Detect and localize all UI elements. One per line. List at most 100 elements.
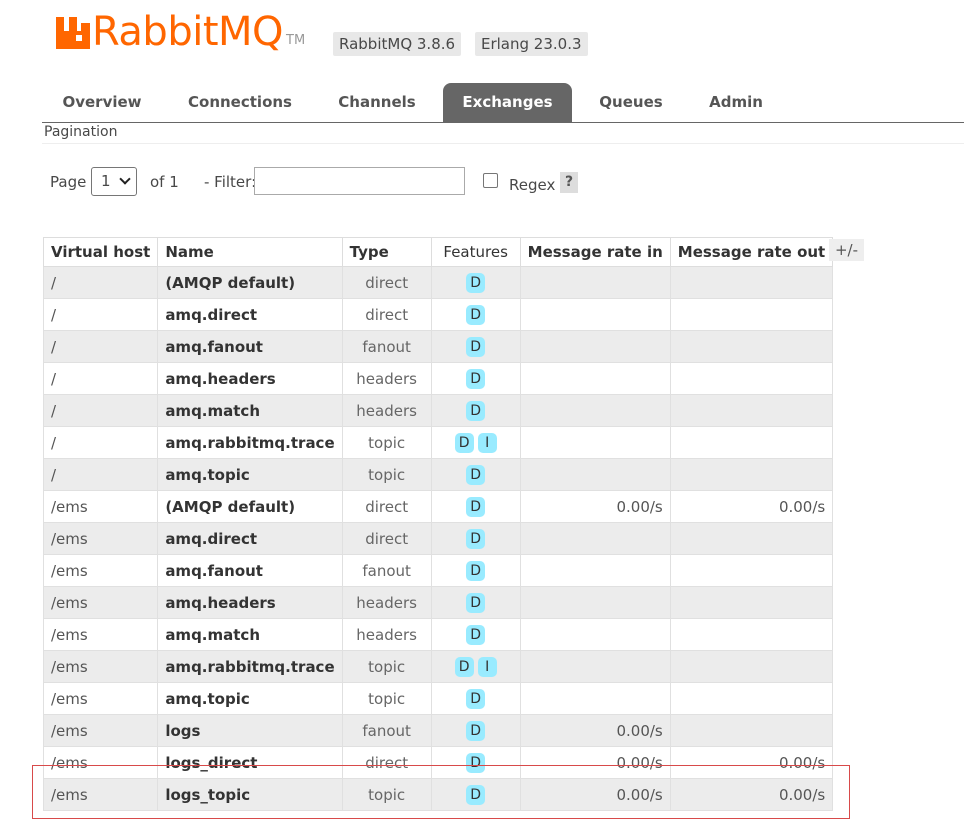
exchange-name-link[interactable]: amq.rabbitmq.trace — [157, 650, 343, 683]
exchange-name-link[interactable]: amq.topic — [157, 682, 343, 715]
exchange-name-link[interactable]: amq.direct — [157, 298, 343, 331]
main-nav-tabs: Overview Connections Channels Exchanges … — [42, 83, 964, 123]
rabbitmq-logo[interactable]: RabbitMQ TM — [56, 12, 305, 52]
exchange-name-link[interactable]: amq.headers — [157, 586, 343, 619]
message-rate-in-cell — [519, 650, 671, 683]
exchange-name-link[interactable]: amq.direct — [157, 522, 343, 555]
exchange-type-cell: headers — [341, 618, 432, 651]
message-rate-in-cell — [519, 618, 671, 651]
features-cell: D — [430, 394, 521, 427]
internal-badge: I — [477, 656, 497, 677]
features-cell: D — [430, 714, 521, 747]
exchange-type-cell: direct — [341, 266, 432, 299]
logo-text: RabbitMQ — [92, 9, 284, 55]
rabbitmq-version-badge: RabbitMQ 3.8.6 — [333, 32, 462, 56]
column-type[interactable]: Type — [341, 237, 432, 267]
exchange-name-link[interactable]: amq.match — [157, 618, 343, 651]
table-row: /ems (AMQP default) direct D 0.00/s 0.00/s — [42, 490, 834, 523]
internal-badge: I — [477, 432, 497, 453]
exchange-type-cell: topic — [341, 426, 432, 459]
durable-badge: D — [466, 560, 486, 581]
vhost-cell: / — [42, 266, 159, 299]
features-cell: DI — [430, 426, 521, 459]
vhost-cell: /ems — [42, 650, 159, 683]
features-cell: D — [430, 618, 521, 651]
message-rate-out-cell — [669, 586, 834, 619]
message-rate-out-cell — [669, 714, 834, 747]
tab-queues[interactable]: Queues — [584, 83, 678, 122]
exchange-name-link[interactable]: (AMQP default) — [157, 266, 343, 299]
vhost-cell: / — [42, 362, 159, 395]
vhost-cell: /ems — [42, 714, 159, 747]
vhost-cell: / — [42, 298, 159, 331]
durable-badge: D — [466, 464, 486, 485]
exchange-name-link[interactable]: logs — [157, 714, 343, 747]
exchange-name-link[interactable]: amq.headers — [157, 362, 343, 395]
features-cell: D — [430, 298, 521, 331]
page-label: Page — [50, 173, 87, 191]
table-row: /ems amq.fanout fanout D — [42, 554, 834, 587]
features-cell: D — [430, 554, 521, 587]
durable-badge: D — [466, 272, 486, 293]
column-virtual-host[interactable]: Virtual host — [42, 237, 159, 267]
exchange-name-link[interactable]: amq.rabbitmq.trace — [157, 426, 343, 459]
durable-badge: D — [466, 688, 486, 709]
features-cell: DI — [430, 650, 521, 683]
filter-label: - Filter: — [204, 173, 257, 191]
message-rate-out-cell — [669, 522, 834, 555]
message-rate-out-cell — [669, 426, 834, 459]
vhost-cell: /ems — [42, 618, 159, 651]
toggle-columns-button[interactable]: +/- — [829, 239, 864, 261]
exchange-type-cell: headers — [341, 586, 432, 619]
regex-checkbox[interactable] — [483, 173, 498, 188]
message-rate-out-cell — [669, 650, 834, 683]
chevron-down-icon — [119, 173, 131, 185]
durable-badge: D — [466, 336, 486, 357]
filter-input[interactable] — [254, 167, 465, 195]
tab-connections[interactable]: Connections — [176, 83, 304, 122]
durable-badge: D — [454, 432, 474, 453]
message-rate-in-cell — [519, 682, 671, 715]
features-cell: D — [430, 682, 521, 715]
message-rate-in-cell — [519, 330, 671, 363]
table-row: /ems logs fanout D 0.00/s — [42, 714, 834, 747]
regex-help-button[interactable]: ? — [560, 172, 578, 193]
rabbitmq-management-page: RabbitMQ TM RabbitMQ 3.8.6 Erlang 23.0.3… — [0, 0, 964, 835]
pagination-section-title[interactable]: Pagination — [42, 123, 964, 144]
features-cell: D — [430, 458, 521, 491]
exchange-name-link[interactable]: amq.fanout — [157, 554, 343, 587]
exchange-name-link[interactable]: amq.topic — [157, 458, 343, 491]
message-rate-out-cell — [669, 458, 834, 491]
exchange-type-cell: topic — [341, 682, 432, 715]
column-features: Features — [430, 237, 521, 267]
features-cell: D — [430, 362, 521, 395]
durable-badge: D — [466, 720, 486, 741]
table-row: / amq.topic topic D — [42, 458, 834, 491]
regex-label: Regex — [509, 176, 556, 194]
message-rate-out-cell — [669, 682, 834, 715]
features-cell: D — [430, 266, 521, 299]
column-name[interactable]: Name — [157, 237, 343, 267]
exchange-type-cell: topic — [341, 458, 432, 491]
vhost-cell: /ems — [42, 522, 159, 555]
table-row: / amq.direct direct D — [42, 298, 834, 331]
table-row: / amq.fanout fanout D — [42, 330, 834, 363]
tab-exchanges[interactable]: Exchanges — [443, 83, 572, 122]
exchange-name-link[interactable]: (AMQP default) — [157, 490, 343, 523]
message-rate-out-cell — [669, 298, 834, 331]
tab-overview[interactable]: Overview — [42, 83, 162, 122]
table-row: / amq.match headers D — [42, 394, 834, 427]
column-message-rate-in[interactable]: Message rate in — [519, 237, 671, 267]
durable-badge: D — [466, 496, 486, 517]
message-rate-in-cell — [519, 298, 671, 331]
exchange-name-link[interactable]: amq.match — [157, 394, 343, 427]
exchange-type-cell: headers — [341, 362, 432, 395]
exchange-type-cell: headers — [341, 394, 432, 427]
exchange-name-link[interactable]: amq.fanout — [157, 330, 343, 363]
tab-channels[interactable]: Channels — [325, 83, 429, 122]
column-message-rate-out[interactable]: Message rate out — [669, 237, 834, 267]
page-select[interactable]: 1 — [91, 167, 137, 196]
tab-admin[interactable]: Admin — [694, 83, 778, 122]
vhost-cell: / — [42, 426, 159, 459]
message-rate-out-cell — [669, 266, 834, 299]
